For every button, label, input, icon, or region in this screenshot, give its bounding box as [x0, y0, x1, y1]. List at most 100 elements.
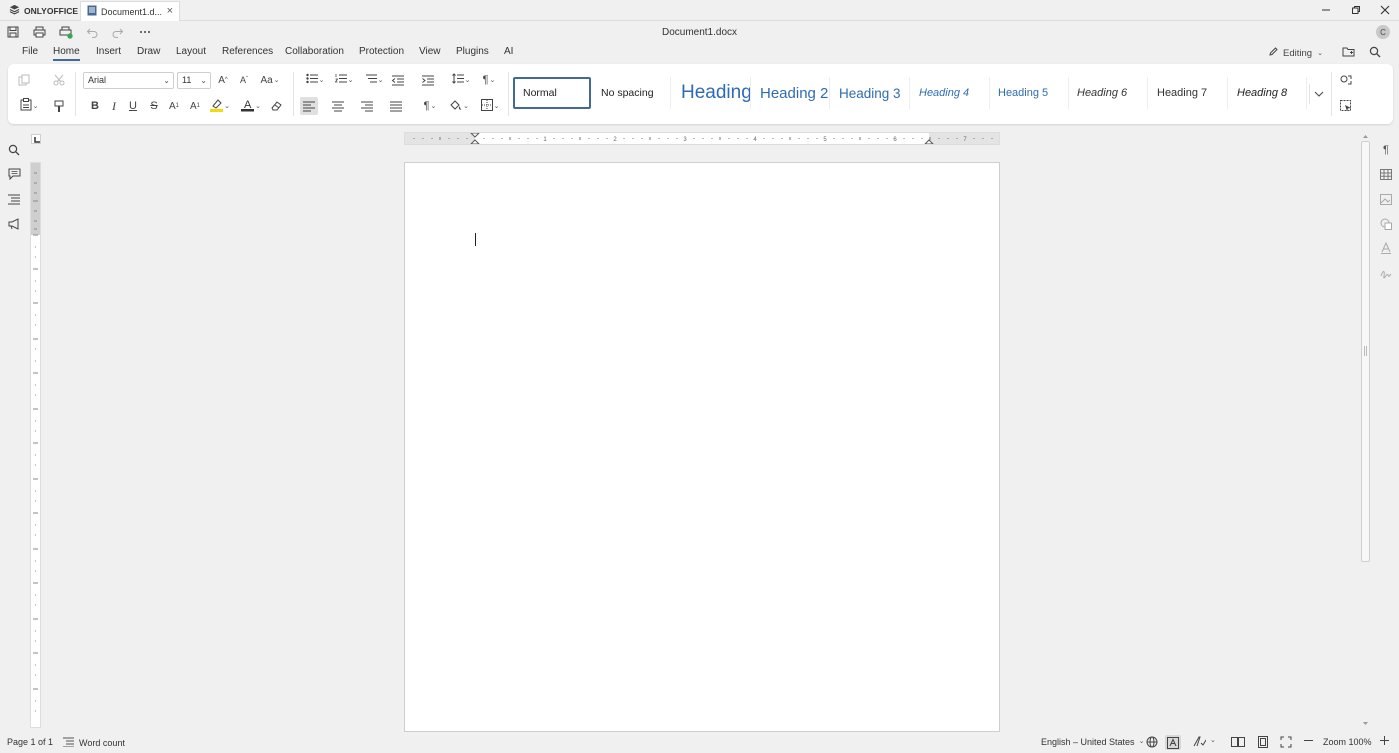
- globe-icon[interactable]: [1146, 736, 1158, 750]
- style-heading-6[interactable]: Heading 6: [1069, 77, 1148, 109]
- tab-home[interactable]: Home: [53, 45, 80, 61]
- close-window-button[interactable]: [1376, 2, 1394, 18]
- style-heading-8[interactable]: Heading 8: [1229, 77, 1307, 109]
- print-icon[interactable]: [31, 24, 47, 40]
- replace-icon[interactable]: [1337, 71, 1355, 89]
- read-mode-icon[interactable]: [1231, 736, 1245, 750]
- borders-button[interactable]: ⌄: [476, 97, 504, 115]
- editing-mode-button[interactable]: Editing ⌄: [1268, 46, 1323, 60]
- tab-ai[interactable]: AI: [504, 45, 513, 61]
- image-settings-icon[interactable]: [1378, 191, 1394, 207]
- vertical-scrollbar[interactable]: [1361, 131, 1370, 731]
- language-select[interactable]: English – United States ⌄: [1041, 737, 1144, 747]
- restore-button[interactable]: [1347, 2, 1365, 18]
- format-painter-icon[interactable]: [50, 97, 68, 115]
- tab-file[interactable]: File: [22, 45, 38, 61]
- copy-icon[interactable]: [15, 71, 33, 89]
- cut-icon[interactable]: [50, 71, 68, 89]
- tab-references[interactable]: References: [222, 45, 273, 61]
- document-page[interactable]: [404, 162, 1000, 732]
- zoom-level[interactable]: Zoom 100%: [1323, 737, 1372, 747]
- paragraph-settings-icon[interactable]: ¶: [1378, 142, 1394, 158]
- line-spacing-button[interactable]: ⌄: [448, 71, 474, 89]
- paragraph-settings-button[interactable]: ¶ ⌄: [476, 71, 502, 89]
- navigation-icon[interactable]: [6, 191, 22, 207]
- tab-collaboration[interactable]: Collaboration: [285, 45, 344, 61]
- font-size-select[interactable]: 11 ⌄: [177, 72, 211, 89]
- word-count-button[interactable]: Word count: [63, 737, 125, 749]
- user-avatar[interactable]: C: [1376, 25, 1390, 39]
- style-heading-7[interactable]: Heading 7: [1149, 77, 1228, 109]
- horizontal-ruler[interactable]: 1 2 3 4 5 6 7: [404, 132, 1000, 145]
- style-heading-1[interactable]: Heading 1: [673, 77, 751, 109]
- style-normal[interactable]: Normal: [513, 77, 591, 109]
- search-icon[interactable]: [1367, 44, 1383, 60]
- numbering-button[interactable]: ⌄: [330, 71, 358, 89]
- increase-indent-icon[interactable]: [418, 71, 436, 89]
- scroll-down-icon[interactable]: [1361, 719, 1370, 727]
- tab-protection[interactable]: Protection: [359, 45, 404, 61]
- select-icon[interactable]: [1337, 97, 1355, 115]
- scroll-up-icon[interactable]: [1361, 131, 1370, 139]
- close-tab-icon[interactable]: ×: [167, 5, 173, 17]
- style-heading-2[interactable]: Heading 2: [752, 77, 830, 109]
- document-tab[interactable]: Document1.d... ×: [80, 1, 180, 21]
- font-name-select[interactable]: Arial ⌄: [83, 72, 174, 89]
- tab-stop-selector[interactable]: [31, 134, 41, 144]
- change-case-icon[interactable]: Aa ⌄: [257, 71, 283, 89]
- style-heading-3[interactable]: Heading 3: [831, 77, 910, 109]
- tab-draw[interactable]: Draw: [137, 45, 160, 61]
- tab-view[interactable]: View: [419, 45, 441, 61]
- styles-expand-icon[interactable]: [1309, 84, 1327, 104]
- app-logo[interactable]: ONLYOFFICE: [9, 3, 78, 18]
- shape-settings-icon[interactable]: [1378, 216, 1394, 232]
- strikethrough-icon[interactable]: S: [145, 97, 163, 115]
- italic-icon[interactable]: I: [105, 97, 123, 115]
- nonprinting-characters-button[interactable]: ¶ ⌄: [417, 97, 443, 115]
- redo-icon[interactable]: [110, 24, 126, 40]
- shading-button[interactable]: ⌄: [445, 97, 473, 115]
- tab-layout[interactable]: Layout: [176, 45, 206, 61]
- paste-button[interactable]: ⌄: [15, 97, 43, 115]
- tab-insert[interactable]: Insert: [96, 45, 121, 61]
- style-heading-5[interactable]: Heading 5: [990, 77, 1069, 109]
- text-art-settings-icon[interactable]: [1378, 240, 1394, 256]
- save-icon[interactable]: [5, 24, 21, 40]
- superscript-icon[interactable]: A1: [165, 97, 183, 115]
- font-color-button[interactable]: A ⌄: [237, 97, 265, 115]
- page-counter[interactable]: Page 1 of 1: [7, 737, 53, 747]
- align-center-icon[interactable]: [329, 97, 347, 115]
- style-no-spacing[interactable]: No spacing: [593, 77, 671, 109]
- zoom-in-icon[interactable]: [1379, 735, 1390, 748]
- more-icon[interactable]: [137, 24, 153, 40]
- align-right-icon[interactable]: [358, 97, 376, 115]
- minimize-button[interactable]: [1317, 2, 1335, 18]
- spell-check-icon[interactable]: [1165, 735, 1181, 750]
- tab-plugins[interactable]: Plugins: [456, 45, 489, 61]
- comments-icon[interactable]: [6, 166, 22, 182]
- fit-page-icon[interactable]: [1257, 736, 1269, 750]
- highlight-color-button[interactable]: ⌄: [206, 97, 234, 115]
- align-left-icon[interactable]: [300, 97, 318, 115]
- open-file-location-icon[interactable]: [1340, 44, 1356, 60]
- zoom-out-icon[interactable]: [1303, 735, 1314, 748]
- justify-icon[interactable]: [387, 97, 405, 115]
- subscript-icon[interactable]: A1: [186, 97, 204, 115]
- vertical-ruler[interactable]: [30, 162, 41, 728]
- feedback-icon[interactable]: [6, 216, 22, 232]
- bullets-button[interactable]: ⌄: [301, 71, 329, 89]
- undo-icon[interactable]: [84, 24, 100, 40]
- scrollbar-thumb[interactable]: [1361, 141, 1370, 562]
- search-icon[interactable]: [6, 142, 22, 158]
- track-changes-button[interactable]: ⌄: [1193, 736, 1216, 750]
- clear-formatting-icon[interactable]: [267, 97, 285, 115]
- bold-icon[interactable]: B: [86, 97, 104, 115]
- signature-settings-icon[interactable]: [1378, 265, 1394, 281]
- style-heading-4[interactable]: Heading 4: [911, 77, 990, 109]
- table-settings-icon[interactable]: [1378, 166, 1394, 182]
- decrease-font-icon[interactable]: Aˇ: [235, 71, 253, 89]
- multilevel-list-button[interactable]: ⌄: [360, 71, 388, 89]
- quick-print-icon[interactable]: [58, 24, 74, 40]
- underline-icon[interactable]: U: [124, 97, 142, 115]
- increase-font-icon[interactable]: A ^: [214, 71, 232, 89]
